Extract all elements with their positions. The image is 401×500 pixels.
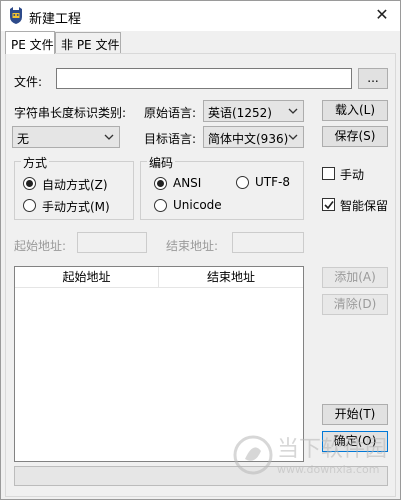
watermark-text-url: www.downxia.com <box>277 463 380 476</box>
column-start-address[interactable]: 起始地址 <box>15 267 159 288</box>
close-icon: ✕ <box>375 5 389 24</box>
target-language-value: 简体中文(936) <box>208 132 289 146</box>
source-language-value: 英语(1252) <box>208 106 272 120</box>
encoding-group-title: 编码 <box>147 154 176 171</box>
manual-mode-radio[interactable] <box>23 199 36 212</box>
chevron-down-icon <box>288 108 298 114</box>
manual-mode-label[interactable]: 手动方式(M) <box>42 198 110 215</box>
smart-keep-label[interactable]: 智能保留 <box>340 197 388 214</box>
source-language-label: 原始语言: <box>144 106 197 120</box>
title-bar[interactable]: 新建工程 ✕ <box>1 1 400 31</box>
list-header: 起始地址 结束地址 <box>15 267 303 288</box>
file-input[interactable] <box>56 68 352 89</box>
column-end-address[interactable]: 结束地址 <box>159 267 303 288</box>
window-title: 新建工程 <box>29 12 82 27</box>
load-button[interactable]: 载入(L) <box>322 100 388 121</box>
target-language-label: 目标语言: <box>144 132 197 146</box>
watermark-logo: 当下软件园 www.downxia.com <box>231 431 391 495</box>
tab-pe-file[interactable]: PE 文件 <box>5 31 55 54</box>
auto-mode-radio[interactable] <box>23 177 36 190</box>
tab-non-pe-file[interactable]: 非 PE 文件 <box>55 32 121 53</box>
clear-range-button[interactable]: 清除(D) <box>322 294 388 315</box>
manual-checkbox[interactable] <box>322 167 335 180</box>
utf8-radio[interactable] <box>236 176 249 189</box>
end-address-label: 结束地址: <box>166 239 219 253</box>
unicode-label[interactable]: Unicode <box>173 198 222 212</box>
target-language-select[interactable]: 简体中文(936) <box>203 126 304 148</box>
watermark-text-cn: 当下软件园 <box>277 437 388 462</box>
start-address-label: 起始地址: <box>14 239 67 253</box>
string-length-value: 无 <box>17 132 30 146</box>
ansi-radio[interactable] <box>154 177 167 190</box>
unicode-radio[interactable] <box>154 199 167 212</box>
smart-keep-checkbox[interactable] <box>322 198 335 211</box>
mode-group: 方式 自动方式(Z) 手动方式(M) <box>14 154 134 220</box>
start-button[interactable]: 开始(T) <box>322 404 388 425</box>
save-button[interactable]: 保存(S) <box>322 126 388 147</box>
chevron-down-icon <box>104 134 114 140</box>
add-range-button[interactable]: 添加(A) <box>322 267 388 288</box>
watermark-icon <box>233 435 273 475</box>
chevron-down-icon <box>288 134 298 140</box>
encoding-group: 编码 ANSI UTF-8 Unicode <box>140 154 304 220</box>
app-icon <box>10 7 22 24</box>
auto-mode-label[interactable]: 自动方式(Z) <box>42 176 108 193</box>
new-project-dialog: 新建工程 ✕ PE 文件 非 PE 文件 文件: ... 字符串长度标识类别: … <box>0 0 401 500</box>
start-address-input[interactable] <box>77 232 147 253</box>
end-address-input[interactable] <box>232 232 304 253</box>
utf8-label[interactable]: UTF-8 <box>255 175 290 189</box>
manual-checkbox-label[interactable]: 手动 <box>340 166 364 183</box>
file-label: 文件: <box>14 75 43 89</box>
ansi-label[interactable]: ANSI <box>173 176 201 190</box>
close-button[interactable]: ✕ <box>368 3 396 27</box>
string-length-label: 字符串长度标识类别: <box>14 106 127 120</box>
mode-group-title: 方式 <box>21 154 50 171</box>
browse-button[interactable]: ... <box>358 68 388 89</box>
checkmark-icon <box>324 201 334 210</box>
string-length-select[interactable]: 无 <box>12 126 120 148</box>
source-language-select[interactable]: 英语(1252) <box>203 100 304 122</box>
